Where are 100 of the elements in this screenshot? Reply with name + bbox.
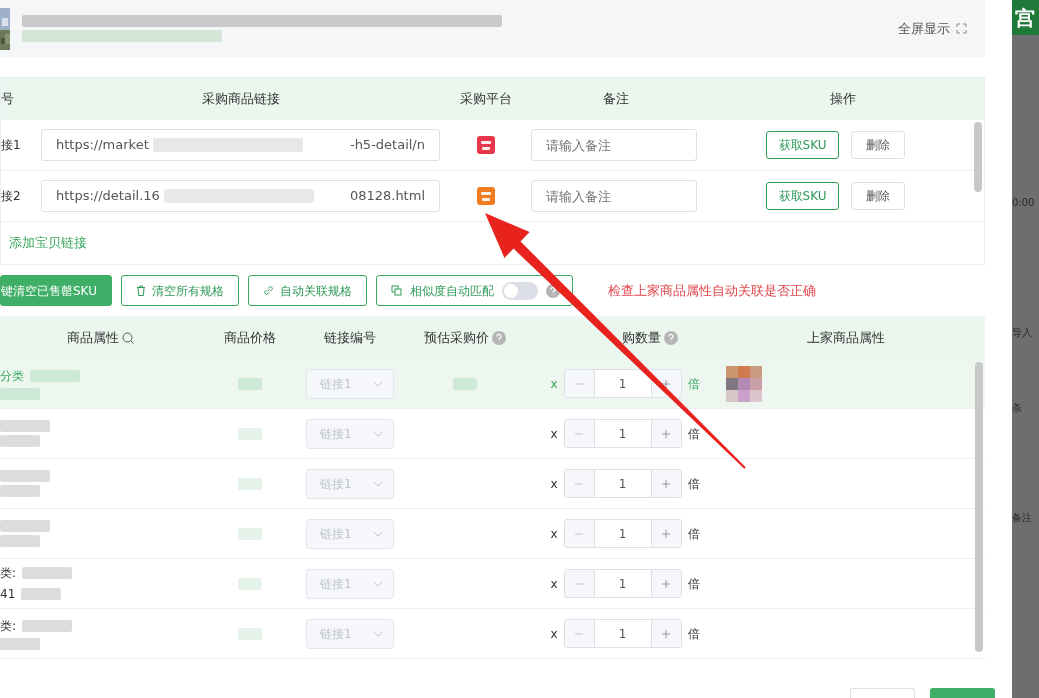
background-text: 条 <box>1012 401 1023 415</box>
warning-text: 检查上家商品属性自动关联是否正确 <box>607 281 816 300</box>
attribute-text: 分类 <box>0 368 24 385</box>
plus-icon <box>661 578 672 589</box>
multiply-sign: x <box>550 575 558 593</box>
chevron-down-icon <box>373 630 383 637</box>
unit-text: 倍 <box>687 575 700 593</box>
fetch-sku-button[interactable]: 获取SKU <box>765 131 840 159</box>
redacted-area <box>0 535 40 547</box>
column-header: 购数量 <box>622 328 661 347</box>
column-header: 上家商品属性 <box>806 328 885 347</box>
redacted-area <box>238 427 262 440</box>
multiply-sign: x <box>550 475 558 493</box>
column-header: 备注 <box>602 90 630 109</box>
multiply-sign: x <box>550 625 558 643</box>
quantity-field[interactable]: 1 <box>593 620 652 647</box>
delete-button[interactable]: 删除 <box>851 131 906 159</box>
redacted-area <box>0 435 40 447</box>
decrement-button[interactable] <box>564 570 594 597</box>
unit-text: 倍 <box>687 475 700 493</box>
column-header: 号 <box>1 90 15 109</box>
redacted-area <box>0 420 50 432</box>
chevron-down-icon <box>373 430 383 437</box>
redacted-area <box>30 370 80 382</box>
redacted-area <box>0 638 40 650</box>
chevron-down-icon <box>373 530 383 537</box>
plus-icon <box>661 528 672 539</box>
redacted-area <box>0 520 50 532</box>
decrement-button[interactable] <box>564 470 594 497</box>
redacted-area <box>22 620 73 632</box>
column-header: 采购商品链接 <box>201 90 281 109</box>
help-icon <box>492 330 506 345</box>
redacted-area <box>238 377 262 390</box>
scrollbar[interactable] <box>974 122 982 192</box>
quantity-field[interactable]: 1 <box>593 520 652 547</box>
decrement-button[interactable] <box>564 420 594 447</box>
multiply-sign: x <box>550 525 558 543</box>
search-icon <box>121 331 134 344</box>
chevron-down-icon <box>373 580 383 587</box>
fullscreen-button[interactable]: 全屏显示 <box>898 18 985 39</box>
attribute-text: 类: <box>0 565 17 582</box>
column-header: 商品属性 <box>66 328 119 347</box>
redacted-area <box>21 588 62 600</box>
decrement-button[interactable] <box>564 370 594 397</box>
column-header: 操作 <box>828 90 857 109</box>
note-field[interactable]: 请输入备注 <box>531 180 697 212</box>
multiply-sign: x <box>550 375 558 393</box>
column-header: 采购平台 <box>459 90 513 109</box>
column-header: 商品价格 <box>224 328 276 347</box>
plus-icon <box>661 478 672 489</box>
delete-button[interactable]: 删除 <box>851 182 906 210</box>
trash-icon <box>135 285 146 296</box>
background-text: 0:00 <box>1012 196 1036 210</box>
quantity-field[interactable]: 1 <box>593 570 652 597</box>
url-text: https://market <box>56 136 149 155</box>
row-index: 接2 <box>1 189 21 203</box>
quantity-field[interactable]: 1 <box>593 470 652 497</box>
column-header: 链接编号 <box>324 328 376 347</box>
plus-icon <box>661 628 672 639</box>
scrollbar[interactable] <box>975 362 983 652</box>
toolbar-button[interactable]: 自动关联规格 <box>247 275 367 306</box>
toolbar-button[interactable]: 清空所有规格 <box>120 275 239 306</box>
unit-text: 倍 <box>687 375 700 393</box>
url-field[interactable]: https://market -h5-detail/n <box>41 129 440 161</box>
footer-button[interactable] <box>930 688 995 698</box>
attribute-text: 类: <box>0 618 17 635</box>
column-header: 预估采购价 <box>424 328 489 347</box>
chevron-down-icon <box>373 380 383 387</box>
link-icon <box>262 285 274 296</box>
help-icon <box>664 330 678 345</box>
chevron-down-icon <box>373 480 383 487</box>
quantity-field[interactable]: 1 <box>593 370 652 397</box>
redacted-area <box>0 388 40 400</box>
unit-text: 倍 <box>687 425 700 443</box>
plus-icon <box>661 428 672 439</box>
logo-text: 宫 <box>1015 4 1035 32</box>
unit-text: 倍 <box>687 625 700 643</box>
url-text: 08128.html <box>349 187 425 206</box>
decrement-button[interactable] <box>564 620 594 647</box>
multiply-sign: x <box>550 425 558 443</box>
copy-icon <box>390 285 402 296</box>
background-text: 导入 <box>1012 326 1033 340</box>
match-toggle-button[interactable]: 相似度自动匹配 <box>375 275 573 306</box>
url-text: -h5-detail/n <box>349 136 425 155</box>
url-field[interactable]: https://detail.16 08128.html <box>41 180 440 212</box>
redacted-area <box>238 627 262 640</box>
redacted-area <box>22 567 73 579</box>
redacted-area <box>0 485 40 497</box>
redacted-area <box>238 577 262 590</box>
quantity-field[interactable]: 1 <box>593 420 652 447</box>
fetch-sku-button[interactable]: 获取SKU <box>765 182 840 210</box>
url-text: https://detail.16 <box>56 187 160 206</box>
toggle-switch[interactable] <box>501 281 538 300</box>
row-index: 接1 <box>1 138 21 152</box>
note-field[interactable]: 请输入备注 <box>531 129 697 161</box>
plus-icon <box>661 378 672 389</box>
decrement-button[interactable] <box>564 520 594 547</box>
redacted-area <box>0 470 50 482</box>
redacted-area <box>238 477 262 490</box>
fullscreen-icon <box>956 23 967 34</box>
